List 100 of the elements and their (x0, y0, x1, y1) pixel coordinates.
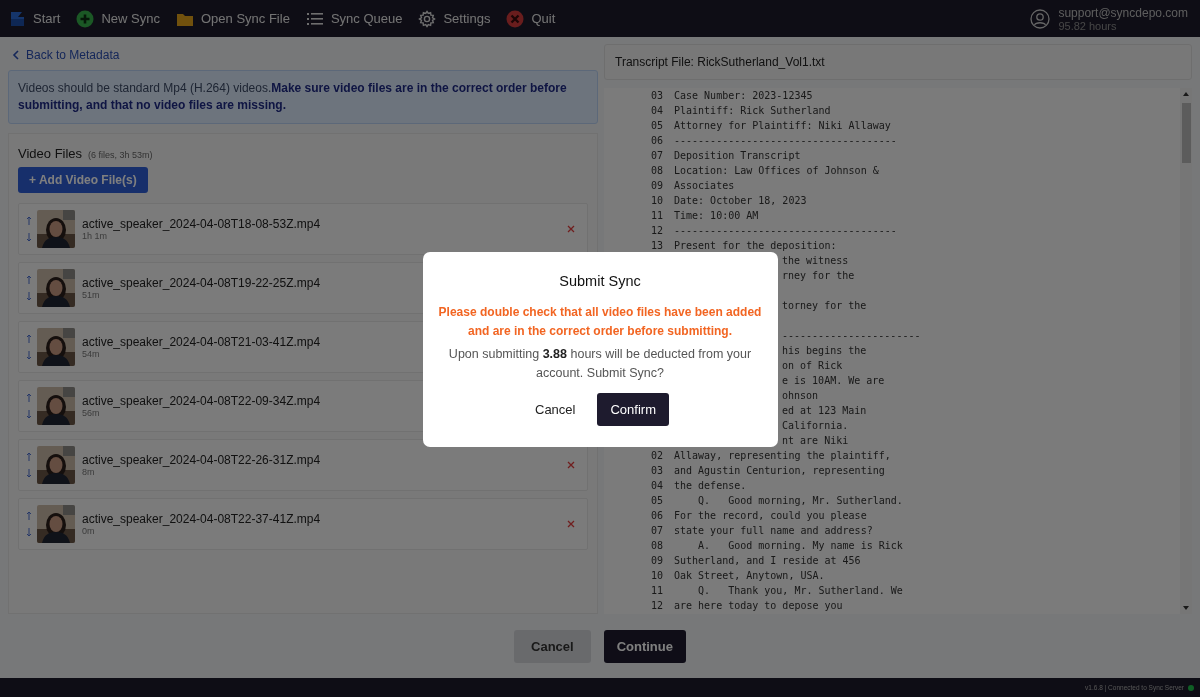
move-up-icon[interactable] (26, 393, 32, 403)
transcript-line: rney for the (782, 269, 855, 283)
move-up-icon[interactable] (26, 216, 32, 226)
scroll-thumb[interactable] (1181, 103, 1191, 163)
line-number: 10 (651, 569, 665, 583)
line-number: 08 (651, 539, 665, 553)
user-icon (1030, 8, 1051, 29)
remove-icon[interactable] (567, 225, 575, 233)
transcript-line: Location: Law Offices of Johnson & (674, 164, 879, 178)
cancel-button[interactable]: Cancel (531, 394, 580, 425)
move-down-icon[interactable] (26, 409, 32, 419)
transcript-line: Sutherland, and I reside at 456 (674, 554, 861, 568)
plus-circle-icon (76, 9, 95, 28)
transcript-file-name: Transcript File: RickSutherland_Vol1.txt (615, 55, 825, 69)
move-up-icon[interactable] (26, 275, 32, 285)
line-number: 08 (651, 164, 665, 178)
line-number: 07 (651, 524, 665, 538)
scroll-up-icon[interactable] (1182, 91, 1190, 97)
transcript-line: state your full name and address? (674, 524, 873, 538)
line-number: 03 (651, 464, 665, 478)
file-duration: 51m (82, 290, 100, 300)
transcript-line: Case Number: 2023-12345 (674, 89, 813, 103)
line-number: 13 (651, 239, 665, 253)
transcript-line: For the record, could you please (674, 509, 867, 523)
transcript-line: Q. Good morning, Mr. Sutherland. (697, 494, 903, 508)
line-number: 11 (651, 584, 665, 598)
move-down-icon[interactable] (26, 232, 32, 242)
back-link[interactable]: Back to Metadata (8, 37, 598, 70)
file-name: active_speaker_2024-04-08T22-26-31Z.mp4 (82, 453, 321, 467)
cancel-button[interactable]: Cancel (514, 629, 591, 663)
nav-item[interactable]: New Sync (76, 9, 160, 28)
file-name: active_speaker_2024-04-08T19-22-25Z.mp4 (82, 276, 321, 290)
move-up-icon[interactable] (26, 334, 32, 344)
transcript-line: Attorney for Plaintiff: Niki Allaway (674, 119, 891, 133)
transcript-line: the defense. (674, 479, 747, 493)
line-number: 12 (651, 224, 665, 238)
line-number: 05 (651, 119, 665, 133)
warning-message: Please double check that all video files have been added and are in the correct order before submitting. (437, 304, 763, 340)
file-duration: 56m (82, 408, 100, 418)
transcript-line: and Agustin Centurion, representing (674, 464, 885, 478)
move-down-icon[interactable] (26, 291, 32, 301)
transcript-line: Oak Street, Anytown, USA. (674, 569, 825, 583)
transcript-line: ohnson (782, 389, 819, 403)
continue-button[interactable]: Continue (603, 629, 686, 663)
file-name: active_speaker_2024-04-08T21-03-41Z.mp4 (82, 335, 321, 349)
move-up-icon[interactable] (26, 452, 32, 462)
file-duration: 54m (82, 349, 100, 359)
line-number: 05 (651, 494, 665, 508)
line-number: 06 (651, 509, 665, 523)
transcript-line: Present for the deposition: (674, 239, 837, 253)
move-down-icon[interactable] (26, 527, 32, 537)
line-number: 06 (651, 134, 665, 148)
scroll-down-icon[interactable] (1182, 605, 1190, 611)
transcript-line: ed at 123 Main (782, 404, 867, 418)
nav-item[interactable]: Start (8, 9, 61, 28)
nav-item[interactable]: Open Sync File (176, 10, 290, 27)
file-summary: (6 files, 3h 53m) (88, 150, 153, 160)
transcript-line: Associates (674, 179, 735, 193)
file-duration: 1h 1m (82, 231, 107, 241)
transcript-line: ------------------------------------- (674, 134, 897, 148)
move-up-icon[interactable] (26, 511, 32, 521)
line-number: 12 (651, 599, 665, 613)
transcript-line: California. (782, 419, 849, 433)
transcript-line: his begins the (782, 344, 867, 358)
transcript-line: ------------------------------------- (674, 224, 897, 238)
line-number: 09 (651, 554, 665, 568)
transcript-line: are here today to depose you (674, 599, 843, 613)
confirm-button[interactable]: Confirm (597, 393, 669, 426)
nav-item[interactable]: Quit (506, 9, 556, 28)
transcript-line: Time: 10:00 AM (674, 209, 759, 223)
transcript-line: e is 10AM. We are (782, 374, 885, 388)
file-name: active_speaker_2024-04-08T22-09-34Z.mp4 (82, 394, 321, 408)
account-email: support@syncdepo.com (1058, 5, 1188, 20)
move-down-icon[interactable] (26, 468, 32, 478)
transcript-line: torney for the (782, 299, 867, 313)
info-notice: Videos should be standard Mp4 (H.264) videos.Make sure video files are in the correct order before submitting, and that no video files are missing. (8, 70, 598, 124)
remove-icon[interactable] (567, 461, 575, 469)
settings-icon (418, 9, 437, 28)
file-name: active_speaker_2024-04-08T22-37-41Z.mp4 (82, 512, 321, 526)
transcript-line: Allaway, representing the plaintiff, (674, 449, 891, 463)
line-number: 04 (651, 104, 665, 118)
line-number: 04 (651, 479, 665, 493)
transcript-line: A. Good morning. My name is Rick (697, 539, 903, 553)
move-down-icon[interactable] (26, 350, 32, 360)
nav-item[interactable]: Settings (418, 9, 491, 28)
dialog-title: Submit Sync (559, 273, 641, 289)
transcript-line: Date: October 18, 2023 (674, 194, 807, 208)
transcript-line: nt are Niki (782, 434, 849, 448)
remove-icon[interactable] (567, 520, 575, 528)
chevron-left-icon (12, 50, 20, 60)
transcript-line: the witness (782, 254, 849, 268)
line-number: 10 (651, 194, 665, 208)
nav-item[interactable]: Sync Queue (305, 10, 403, 27)
add-video-button[interactable]: + Add Video File(s) (18, 167, 148, 193)
transcript-line: Plaintiff: Rick Sutherland (674, 104, 831, 118)
transcript-line: on of Rick (782, 359, 843, 373)
transcript-line: Deposition Transcript (674, 149, 801, 163)
line-number: 02 (651, 449, 665, 463)
transcript-line: ----------------------- (782, 329, 921, 343)
line-number: 03 (651, 89, 665, 103)
